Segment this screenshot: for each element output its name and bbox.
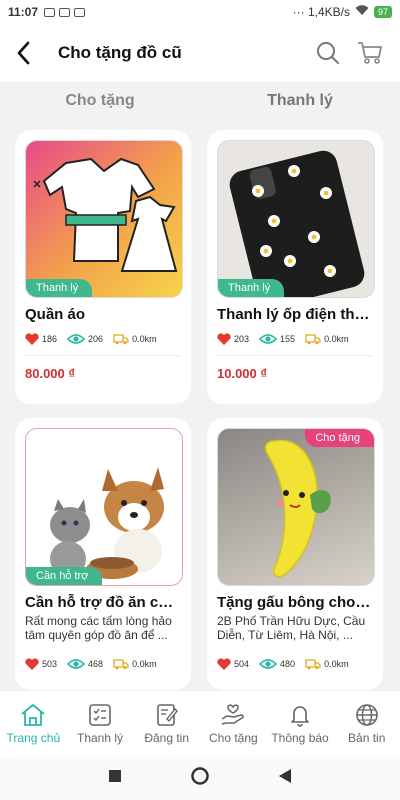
back-button[interactable]	[0, 24, 46, 82]
nav-label: Bản tin	[348, 730, 386, 745]
nav-label: Đăng tin	[144, 730, 190, 745]
search-icon	[317, 42, 339, 64]
truck-icon	[305, 334, 321, 345]
globe-icon	[355, 703, 378, 726]
eye-icon	[67, 334, 86, 344]
product-title: Quần áo	[25, 306, 86, 323]
eye-icon	[259, 334, 278, 344]
chevron-left-icon	[17, 41, 30, 65]
nav-label: Cho tặng	[209, 730, 258, 745]
product-title: Tặng gấu bông cho bé	[217, 594, 373, 611]
distance: 0.0km	[324, 659, 349, 669]
eye-icon	[259, 659, 278, 669]
distance: 0.0km	[132, 659, 157, 669]
heart-icon	[25, 658, 39, 670]
search-button[interactable]	[314, 39, 342, 67]
network-speed: ··· 1,4KB/s	[292, 5, 350, 19]
product-card[interactable]: Thanh lý Thanh lý ốp điện tho... 203 155…	[207, 130, 383, 404]
mail-icon	[59, 7, 71, 17]
circle-icon	[191, 766, 209, 785]
nav-label: Thanh lý	[76, 730, 124, 745]
divider	[25, 355, 181, 356]
truck-icon	[305, 659, 321, 670]
divider	[217, 355, 373, 356]
home-system-button[interactable]	[191, 766, 209, 790]
distance: 0.0km	[324, 334, 349, 344]
nav-cho-tang[interactable]: Cho tặng	[200, 691, 267, 756]
notification-icons	[44, 7, 86, 17]
page-title: Cho tặng đồ cũ	[58, 43, 182, 62]
nav-home[interactable]: Trang chủ	[0, 691, 67, 756]
likes-count: 504	[234, 659, 250, 669]
likes-count: 203	[234, 334, 250, 344]
views-count: 155	[280, 334, 296, 344]
nav-ban-tin[interactable]: Bản tin	[333, 691, 400, 756]
nav-thanh-ly[interactable]: Thanh lý	[67, 691, 134, 756]
category-tabs: Cho tặng Thanh lý	[0, 82, 400, 120]
product-card[interactable]: Thanh lý Quần áo 186 206 0.0km 80.000 ₫	[15, 130, 191, 404]
tab-thanh-ly[interactable]: Thanh lý	[200, 82, 400, 120]
message-icon	[44, 7, 56, 17]
battery-icon: 97	[373, 6, 392, 18]
product-card[interactable]: Cho tặng Tặng gấu bông cho bé 2B Phố Trầ…	[207, 418, 383, 690]
edit-icon	[156, 703, 178, 726]
heart-icon	[25, 333, 39, 345]
product-price: 80.000 ₫	[25, 366, 76, 381]
likes-count: 503	[42, 659, 58, 669]
product-title: Thanh lý ốp điện tho...	[217, 306, 373, 323]
home-icon	[21, 703, 45, 726]
status-time: 11:07	[8, 5, 39, 19]
bell-icon	[291, 705, 309, 727]
system-navigation	[0, 756, 400, 800]
product-stats: 203 155 0.0km	[217, 333, 373, 345]
gift-hand-icon	[221, 703, 245, 725]
recents-button[interactable]	[109, 769, 121, 787]
product-title: Cần hỗ trợ đồ ăn cho...	[25, 594, 181, 611]
views-count: 480	[280, 659, 296, 669]
product-image-clothes: Thanh lý	[25, 140, 183, 298]
chat-icon	[74, 7, 86, 17]
views-count: 468	[88, 659, 104, 669]
nav-thong-bao[interactable]: Thông báo	[267, 691, 334, 756]
heart-icon	[217, 658, 231, 670]
truck-icon	[113, 334, 129, 345]
product-description: Rất mong các tấm lòng hảo tâm quyên góp …	[25, 614, 172, 642]
app-header: Cho tặng đồ cũ	[0, 24, 400, 82]
product-stats: 503 468 0.0km	[25, 658, 181, 670]
eye-icon	[67, 659, 86, 669]
product-stats: 186 206 0.0km	[25, 333, 181, 345]
nav-label: Trang chủ	[6, 730, 61, 745]
heart-icon	[217, 333, 231, 345]
square-icon	[109, 770, 121, 782]
truck-icon	[113, 659, 129, 670]
product-description: 2B Phố Trần Hữu Dực, Cầu Diễn, Từ Liêm, …	[217, 614, 366, 642]
tag-badge: Thanh lý	[218, 279, 285, 297]
bottom-navigation: Trang chủ Thanh lý Đăng tin Cho tặng Thô…	[0, 690, 400, 756]
product-image-phone-case: Thanh lý	[217, 140, 375, 298]
status-bar: 11:07 ··· 1,4KB/s 97	[0, 0, 400, 24]
nav-dang-tin[interactable]: Đăng tin	[133, 691, 200, 756]
likes-count: 186	[42, 334, 58, 344]
product-card[interactable]: Cần hỗ trợ Cần hỗ trợ đồ ăn cho... Rất m…	[15, 418, 191, 690]
tab-cho-tang[interactable]: Cho tặng	[0, 82, 200, 120]
checklist-icon	[89, 703, 111, 726]
product-image-plush-banana: Cho tặng	[217, 428, 375, 586]
cart-icon	[358, 42, 382, 64]
tag-badge: Cho tặng	[305, 429, 374, 447]
back-system-button[interactable]	[279, 768, 291, 788]
cart-button[interactable]	[356, 39, 384, 67]
triangle-back-icon	[279, 768, 291, 783]
product-price: 10.000 ₫	[217, 366, 268, 381]
tag-badge: Thanh lý	[26, 279, 93, 297]
product-stats: 504 480 0.0km	[217, 658, 373, 670]
views-count: 206	[88, 334, 104, 344]
wifi-icon	[355, 5, 369, 19]
tag-badge: Cần hỗ trợ	[26, 567, 103, 585]
nav-label: Thông báo	[271, 730, 329, 745]
product-image-pets: Cần hỗ trợ	[25, 428, 183, 586]
distance: 0.0km	[132, 334, 157, 344]
